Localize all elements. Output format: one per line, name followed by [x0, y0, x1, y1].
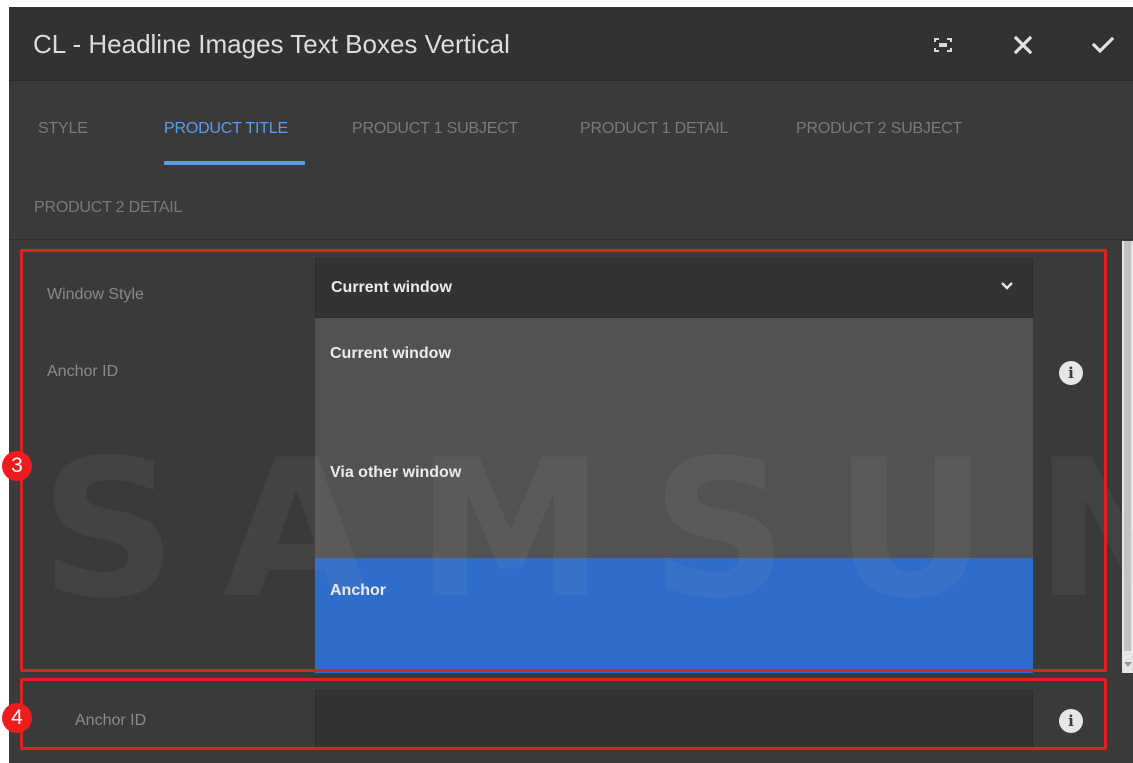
tab-product-1-detail[interactable]: PRODUCT 1 DETAIL — [580, 120, 728, 138]
option-via-other-window[interactable]: Via other window — [315, 436, 1033, 554]
info-icon[interactable]: i — [1059, 361, 1083, 385]
tab-product-title[interactable]: PRODUCT TITLE — [164, 120, 288, 138]
option-anchor[interactable]: Anchor — [315, 558, 1033, 673]
form-panel: Window Style Anchor ID Current window Cu… — [9, 241, 1133, 763]
tab-product-2-subject[interactable]: PRODUCT 2 SUBJECT — [796, 120, 962, 138]
anchor-id-input[interactable] — [315, 690, 1033, 750]
close-button[interactable] — [1003, 25, 1043, 65]
checkmark-icon — [1092, 36, 1114, 54]
scrollbar-thumb[interactable] — [1124, 241, 1131, 651]
window-style-value: Current window — [331, 279, 452, 296]
fullscreen-button[interactable] — [923, 25, 963, 65]
tab-product-2-detail[interactable]: PRODUCT 2 DETAIL — [34, 199, 182, 217]
tab-product-1-subject[interactable]: PRODUCT 1 SUBJECT — [352, 120, 518, 138]
close-icon — [1013, 35, 1033, 55]
done-button[interactable] — [1083, 25, 1123, 65]
anchor-id-label: Anchor ID — [75, 712, 147, 729]
annotation-badge-3: 3 — [2, 451, 32, 481]
annotation-badge-4: 4 — [2, 703, 32, 733]
dialog-header: CL - Headline Images Text Boxes Vertical — [9, 7, 1133, 81]
window-style-select[interactable]: Current window — [315, 258, 1033, 318]
tab-style[interactable]: STYLE — [38, 120, 88, 138]
info-icon[interactable]: i — [1059, 709, 1083, 733]
window-style-dropdown: Current window Via other window Anchor — [315, 318, 1033, 673]
option-label: Via other window — [330, 464, 462, 481]
chevron-down-icon — [1001, 282, 1013, 290]
window-style-label: Window Style — [47, 286, 144, 303]
option-current-window[interactable]: Current window — [315, 318, 1033, 436]
anchor-id-label-hidden: Anchor ID — [47, 363, 119, 380]
option-label: Current window — [330, 345, 451, 362]
tab-bar: STYLE PRODUCT TITLE PRODUCT 1 SUBJECT PR… — [9, 82, 1133, 240]
active-tab-indicator — [164, 161, 305, 165]
option-label: Anchor — [330, 582, 386, 599]
scroll-down-arrow-icon[interactable] — [1122, 657, 1133, 671]
fullscreen-icon — [934, 38, 952, 52]
dialog: CL - Headline Images Text Boxes Vertical… — [9, 7, 1133, 763]
dialog-title: CL - Headline Images Text Boxes Vertical — [33, 29, 510, 59]
